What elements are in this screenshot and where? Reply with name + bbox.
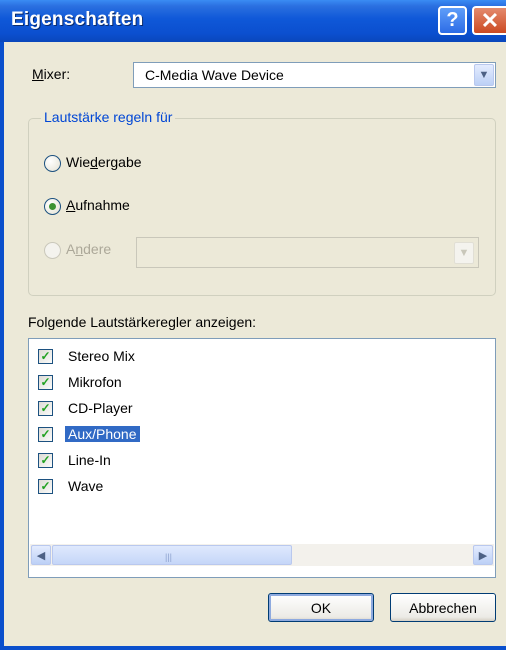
volume-controls-list[interactable]: ✓ Stereo Mix ✓ Mikrofon ✓ CD-Player ✓ Au… [28,338,496,578]
radio-aufnahme[interactable] [44,198,61,215]
volume-controls-label: Folgende Lautstärkeregler anzeigen: [28,314,257,330]
properties-dialog: Eigenschaften ? ✕ Mixer: C-Media Wave De… [0,0,506,650]
list-item-cd-player[interactable]: ✓ CD-Player [38,397,136,419]
checkmark-icon: ✓ [40,375,51,389]
chevron-down-icon[interactable]: ▼ [474,64,494,86]
list-item-label: CD-Player [68,400,133,416]
list-item-label: Aux/Phone [65,426,140,442]
chevron-right-icon[interactable]: ▶ [473,545,493,565]
checkbox-cd-player[interactable]: ✓ [38,400,53,416]
list-item-wave[interactable]: ✓ Wave [38,475,106,497]
checkbox-stereo-mix[interactable]: ✓ [38,348,53,364]
list-item-line-in[interactable]: ✓ Line-In [38,449,114,471]
list-item-label: Wave [68,478,104,494]
chevron-left-icon[interactable]: ◀ [31,545,51,565]
list-item-aux-phone[interactable]: ✓ Aux/Phone [38,423,140,445]
scrollbar-thumb[interactable]: ||| [52,545,292,565]
cancel-button[interactable]: Abbrechen [390,593,496,622]
checkbox-line-in[interactable]: ✓ [38,452,53,468]
list-item-label: Line-In [68,452,111,468]
list-item-mikrofon[interactable]: ✓ Mikrofon [38,371,125,393]
help-icon: ? [446,9,459,31]
close-button[interactable]: ✕ [472,6,506,35]
checkmark-icon: ✓ [40,349,51,363]
horizontal-scrollbar[interactable]: ◀ ||| ▶ [30,544,494,566]
radio-label-aufnahme[interactable]: Aufnahme [66,197,130,213]
radio-label-andere: Andere [66,241,112,257]
checkbox-aux-phone[interactable]: ✓ [38,426,53,442]
chevron-down-icon: ▼ [454,242,474,264]
checkbox-mikrofon[interactable]: ✓ [38,374,53,390]
list-item-label: Mikrofon [68,374,122,390]
checkmark-icon: ✓ [40,453,51,467]
radio-andere [44,242,61,259]
list-item-stereo-mix[interactable]: ✓ Stereo Mix [38,345,138,367]
other-mixer-select: ▼ [136,237,479,268]
checkmark-icon: ✓ [40,401,51,415]
window-border-left [0,42,4,650]
checkbox-wave[interactable]: ✓ [38,478,53,494]
ok-button[interactable]: OK [268,593,374,622]
mixer-label: Mixer: [32,66,71,82]
mixer-select[interactable]: C-Media Wave Device ▼ [133,62,496,88]
window-border-bottom [0,646,506,650]
mixer-select-value: C-Media Wave Device [145,67,284,83]
checkmark-icon: ✓ [40,427,51,441]
grip-icon: ||| [165,552,173,562]
radio-wiedergabe[interactable] [44,155,61,172]
close-icon: ✕ [480,7,500,33]
title-bar[interactable]: Eigenschaften ? ✕ [0,0,506,42]
checkmark-icon: ✓ [40,479,51,493]
radio-label-wiedergabe[interactable]: Wiedergabe [66,154,142,170]
list-item-label: Stereo Mix [68,348,135,364]
volume-group-title: Lautstärke regeln für [41,109,176,125]
help-button[interactable]: ? [438,6,467,35]
window-title: Eigenschaften [11,9,144,30]
